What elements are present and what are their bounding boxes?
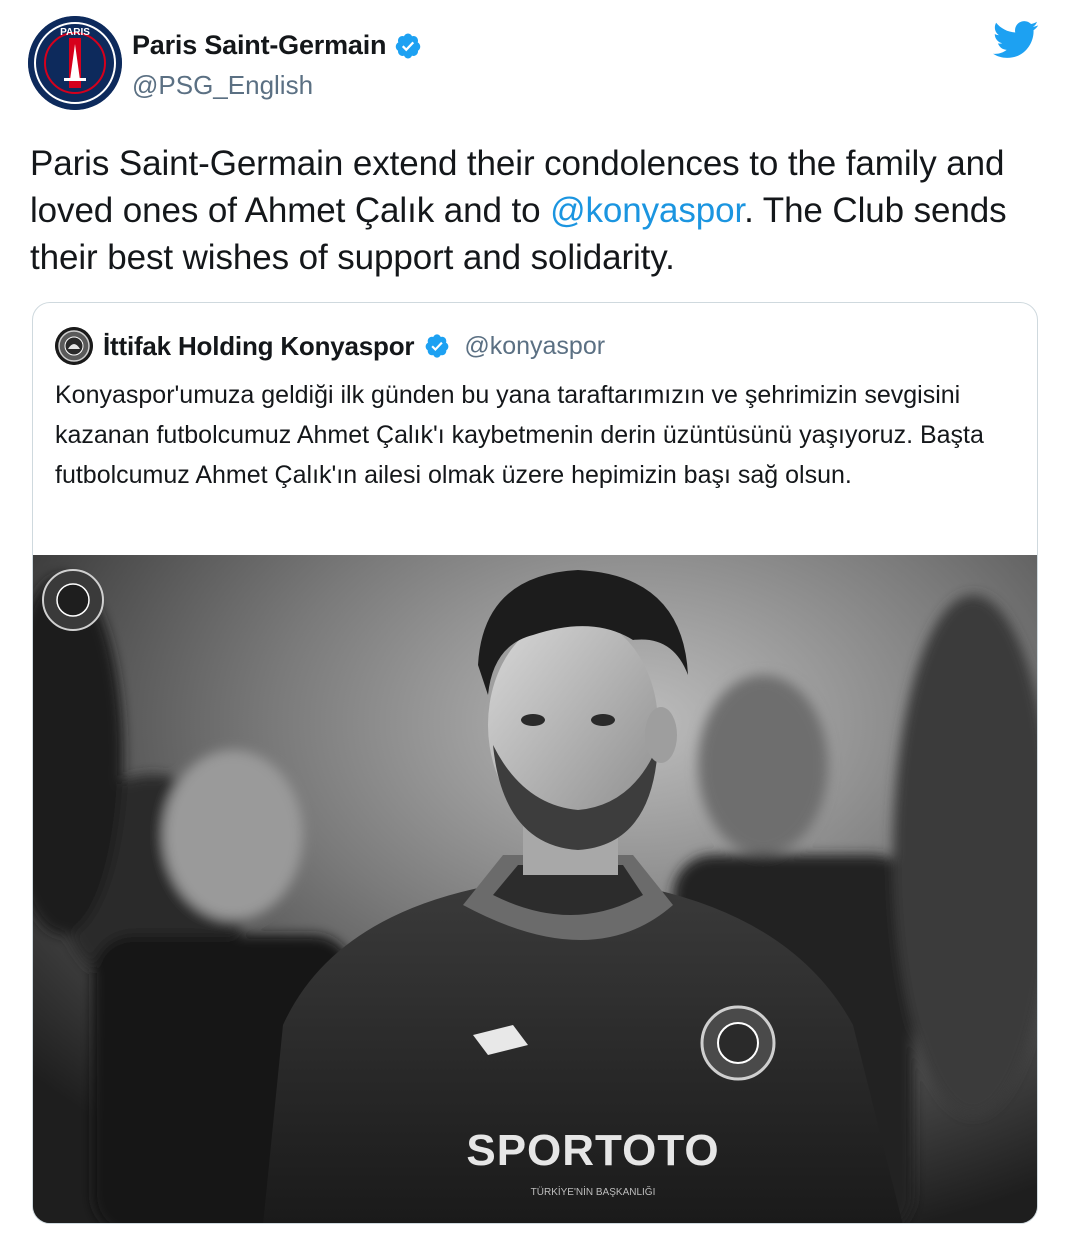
tweet-card: PARIS Paris Saint-Germain @PSG_English P… xyxy=(0,0,1065,1236)
quoted-header: İttifak Holding Konyaspor @konyaspor xyxy=(55,325,605,367)
sponsor-text: SPORTOTO xyxy=(466,1126,719,1175)
sponsor-subtext: TÜRKİYE'NİN BAŞKANLIĞI xyxy=(531,1185,656,1198)
psg-crest-icon: PARIS xyxy=(28,16,122,110)
author-handle[interactable]: @PSG_English xyxy=(132,70,313,101)
verified-badge-icon xyxy=(396,32,421,58)
konyaspor-crest-icon xyxy=(55,327,93,365)
quoted-text: Konyaspor'umuza geldiği ilk günden bu ya… xyxy=(55,381,984,489)
verified-badge-icon xyxy=(425,334,449,358)
twitter-bird-icon[interactable] xyxy=(993,20,1039,60)
quoted-tweet[interactable]: İttifak Holding Konyaspor @konyaspor Kon… xyxy=(32,302,1038,1224)
quoted-author-handle[interactable]: @konyaspor xyxy=(464,332,605,361)
player-photo-image: SPORTOTO TÜRKİYE'NİN BAŞKANLIĞI xyxy=(33,555,1037,1223)
quoted-author-name[interactable]: İttifak Holding Konyaspor xyxy=(103,331,415,362)
tweet-text: Paris Saint-Germain extend their condole… xyxy=(30,140,1050,281)
crest-text: PARIS xyxy=(60,27,90,38)
mention-link[interactable]: @konyaspor xyxy=(550,191,744,230)
quoted-photo[interactable]: SPORTOTO TÜRKİYE'NİN BAŞKANLIĞI xyxy=(33,555,1037,1223)
author-avatar[interactable]: PARIS xyxy=(28,16,122,110)
author-name[interactable]: Paris Saint-Germain xyxy=(132,30,386,61)
quoted-avatar[interactable] xyxy=(55,327,93,365)
author-name-row[interactable]: Paris Saint-Germain xyxy=(132,30,422,61)
